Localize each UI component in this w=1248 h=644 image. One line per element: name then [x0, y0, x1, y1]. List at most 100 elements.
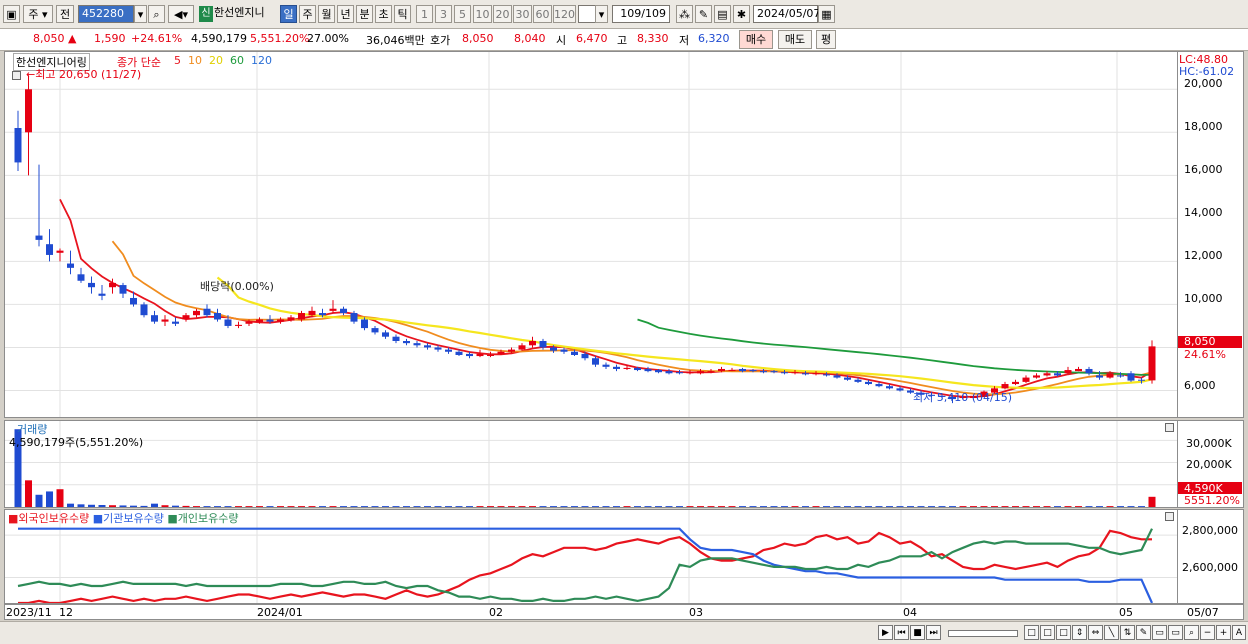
market-select[interactable]: 주 ▾: [23, 5, 53, 23]
sell-button[interactable]: 매도: [778, 30, 812, 49]
foreign-legend-icon: ■: [8, 512, 19, 525]
individual-legend-icon: ■: [167, 512, 178, 525]
scroll-slider[interactable]: [948, 630, 1018, 637]
tool-icon-1[interactable]: □: [1024, 625, 1039, 640]
scroll-end-icon[interactable]: ⏭: [926, 625, 941, 640]
period-minute[interactable]: 분: [356, 5, 373, 23]
candle-body: [1096, 375, 1103, 378]
volume-bar: [1148, 496, 1156, 507]
candle-body: [161, 319, 169, 322]
close-icon[interactable]: [1165, 512, 1174, 521]
volume-bar: [382, 506, 389, 507]
tool-icon-5[interactable]: ⇔: [1088, 625, 1103, 640]
candle-body: [434, 347, 442, 350]
interval-1[interactable]: 1: [416, 5, 433, 23]
grid-icon[interactable]: [12, 71, 21, 80]
code-dropdown-icon[interactable]: ▾: [134, 5, 147, 23]
hold-tick-2600000: 2,600,000: [1182, 561, 1238, 574]
volume-bar: [140, 505, 148, 507]
period-second[interactable]: 초: [375, 5, 392, 23]
data-count-input[interactable]: 109/109: [612, 5, 670, 23]
speaker-icon[interactable]: ◀▾: [168, 5, 194, 23]
stop-icon[interactable]: ■: [910, 625, 925, 640]
interval-30[interactable]: 30: [513, 5, 532, 23]
volume-bar: [203, 506, 211, 507]
volume-bar: [350, 506, 358, 507]
price-chart[interactable]: [5, 52, 1177, 417]
interval-20[interactable]: 20: [493, 5, 512, 23]
period-day[interactable]: 일: [280, 5, 297, 23]
calendar-icon[interactable]: ▦: [818, 5, 835, 23]
market-alt-button[interactable]: 전: [56, 5, 74, 23]
hold-tick-2800000: 2,800,000: [1182, 524, 1238, 537]
eval-button[interactable]: 평: [816, 30, 836, 49]
interval-120[interactable]: 120: [553, 5, 576, 23]
ma-60-label: 60: [230, 54, 244, 67]
stock-code-input[interactable]: 452280: [78, 5, 134, 23]
tool-icon-10[interactable]: ▭: [1168, 625, 1183, 640]
volume-bar: [508, 506, 515, 507]
price-pane[interactable]: 한선엔지니어링 종가 단순 5 10 20 60 120 ←최고 20,650 …: [4, 51, 1178, 418]
volume-bar: [298, 506, 305, 507]
gear-icon[interactable]: ✱: [733, 5, 750, 23]
ask-label: 호가: [430, 34, 451, 47]
tool-icon-8[interactable]: ✎: [1136, 625, 1151, 640]
candle-body: [487, 354, 494, 356]
candle-body: [1127, 373, 1135, 381]
interval-dropdown-icon[interactable]: ▾: [595, 5, 608, 23]
buy-button[interactable]: 매수: [739, 30, 773, 49]
candle-body: [844, 377, 851, 380]
volume-bar: [539, 506, 547, 507]
tool-icon-4[interactable]: ⇕: [1072, 625, 1087, 640]
volume-pane[interactable]: 거래량 4,590,179주(5,551.20%): [4, 420, 1178, 508]
close-icon[interactable]: [1165, 423, 1174, 432]
period-month[interactable]: 월: [318, 5, 335, 23]
interval-60[interactable]: 60: [533, 5, 552, 23]
interval-5[interactable]: 5: [454, 5, 471, 23]
zoom-icon[interactable]: ⌕: [1184, 625, 1199, 640]
candle-body: [46, 244, 53, 255]
chart-settings-icon[interactable]: ⁂: [676, 5, 693, 23]
tool-icon-3[interactable]: □: [1056, 625, 1071, 640]
candle-body: [1043, 373, 1051, 376]
tool-icon-6[interactable]: ╲: [1104, 625, 1119, 640]
volume-bar: [277, 506, 284, 507]
candle-body: [88, 282, 95, 288]
candle-body: [298, 313, 305, 320]
tool-icon-2[interactable]: □: [1040, 625, 1055, 640]
scroll-right-icon[interactable]: ▶: [878, 625, 893, 640]
draw-tool-icon[interactable]: ✎: [695, 5, 712, 23]
date-input[interactable]: 2024/05/07: [753, 5, 820, 23]
candle-body: [151, 315, 158, 322]
candle-body: [140, 304, 148, 316]
font-size-icon[interactable]: A: [1232, 625, 1246, 640]
scroll-start-icon[interactable]: ⏮: [894, 625, 909, 640]
volume-bar: [949, 506, 956, 507]
tool-icon-7[interactable]: ⇅: [1120, 625, 1135, 640]
tool-icon-9[interactable]: ▭: [1152, 625, 1167, 640]
save-icon[interactable]: ▤: [714, 5, 731, 23]
period-year[interactable]: 년: [337, 5, 354, 23]
period-tick[interactable]: 틱: [394, 5, 411, 23]
volume-chart[interactable]: [5, 421, 1177, 507]
holding-pane[interactable]: ■외국인보유수량 ■기관보유수량 ■개인보유수량: [4, 509, 1178, 604]
volume-bar: [392, 506, 400, 507]
candle-body: [382, 332, 389, 337]
candle-body: [854, 379, 862, 382]
zoom-out-icon[interactable]: −: [1200, 625, 1215, 640]
search-icon[interactable]: ⌕: [148, 5, 165, 23]
zoom-in-icon[interactable]: +: [1216, 625, 1231, 640]
candle-body: [508, 349, 515, 352]
period-week[interactable]: 주: [299, 5, 316, 23]
candle-body: [697, 371, 704, 374]
window-icon[interactable]: ▣: [3, 5, 20, 23]
candle-body: [812, 373, 820, 375]
volume-bar: [739, 506, 746, 507]
volume-bar: [476, 506, 484, 507]
volume-bar: [235, 506, 242, 507]
ask-price-2: 8,040: [514, 32, 546, 45]
ma-20-label: 20: [209, 54, 223, 67]
interval-10[interactable]: 10: [473, 5, 492, 23]
interval-3[interactable]: 3: [435, 5, 452, 23]
candle-body: [1106, 373, 1114, 378]
